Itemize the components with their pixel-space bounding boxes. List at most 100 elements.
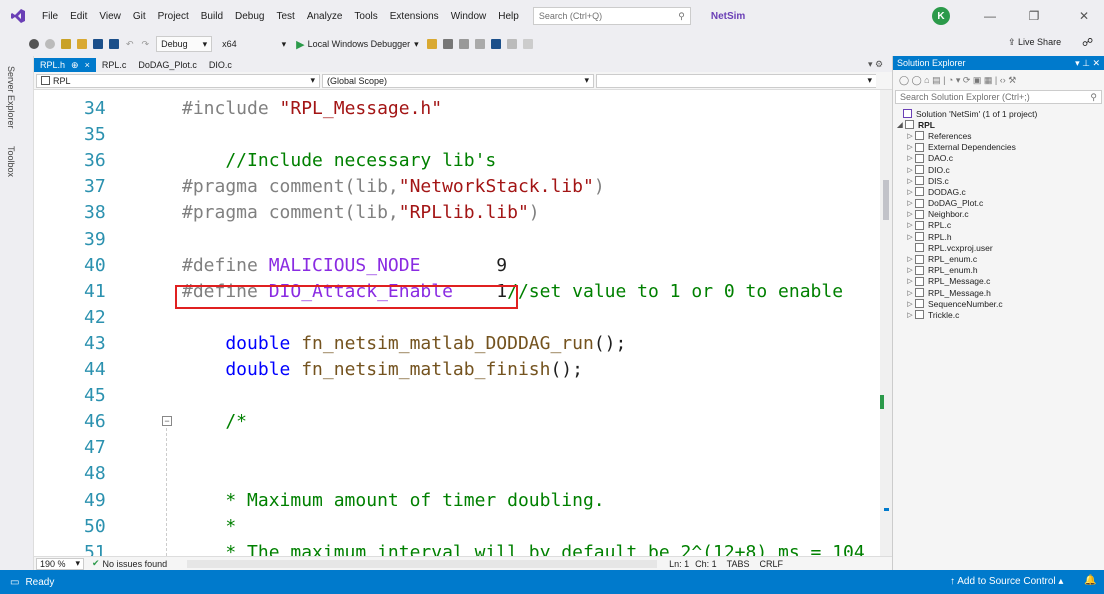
- screenshot-icon[interactable]: [442, 39, 453, 49]
- tree-item-neighbor-c[interactable]: ▷ Neighbor.c: [893, 209, 1104, 220]
- run-button[interactable]: Local Windows Debugger: [308, 39, 411, 49]
- menu-tools[interactable]: Tools: [348, 11, 383, 22]
- notifications-icon[interactable]: 🔔: [1084, 575, 1096, 586]
- line-number: 44: [84, 359, 106, 380]
- menu-test[interactable]: Test: [270, 11, 300, 22]
- tree-item-sequencenumber-c[interactable]: ▷ SequenceNumber.c: [893, 298, 1104, 309]
- explorer-toolbar-icons[interactable]: ◯ ◯ ⌂ ▤ | ◔ ▾ ⟳ ▣ ▦ | ‹› ⚒: [899, 75, 1016, 86]
- menu-analyze[interactable]: Analyze: [301, 11, 349, 22]
- tree-item-dis-c[interactable]: ▷ DIS.c: [893, 175, 1104, 186]
- code-text: #include "RPL_Message.h": [182, 96, 442, 122]
- save-all-icon[interactable]: [109, 39, 119, 49]
- close-icon[interactable]: ✕: [1064, 0, 1104, 32]
- menu-window[interactable]: Window: [445, 11, 493, 22]
- pin-icon[interactable]: ▾ ⊥ ✕: [1075, 58, 1100, 69]
- tree-item-rpl-h[interactable]: ▷ RPL.h: [893, 231, 1104, 242]
- undo-icon[interactable]: ↶: [126, 39, 134, 50]
- bookmark-next-icon[interactable]: [522, 39, 533, 49]
- visual-studio-logo-icon: [0, 0, 36, 32]
- tree-item-dao-c[interactable]: ▷ DAO.c: [893, 153, 1104, 164]
- code-token: "RPL_Message.h": [279, 98, 443, 119]
- menu-extensions[interactable]: Extensions: [384, 11, 445, 22]
- zoom-select[interactable]: 190 % ▾: [36, 557, 84, 570]
- configuration-select[interactable]: Debug ▾: [156, 36, 213, 52]
- line-number: 42: [84, 306, 106, 328]
- tree-item-rpl-c[interactable]: ▷ RPL.c: [893, 220, 1104, 231]
- tree-item-references[interactable]: ▷ References: [893, 130, 1104, 141]
- tab-rpl-c[interactable]: RPL.c: [95, 58, 133, 72]
- save-icon[interactable]: [93, 39, 103, 49]
- tree-item-rpl-message-c[interactable]: ▷ RPL_Message.c: [893, 276, 1104, 287]
- chevron-down-icon[interactable]: ▾: [414, 39, 419, 50]
- indent-mode[interactable]: TABS: [727, 559, 750, 569]
- source-control-button[interactable]: ↑ Add to Source Control ▴: [950, 576, 1063, 587]
- comment-icon[interactable]: [474, 39, 485, 49]
- solution-node[interactable]: Solution 'NetSim' (1 of 1 project): [893, 108, 1104, 119]
- search-input[interactable]: Search (Ctrl+Q) ⚲: [532, 7, 691, 25]
- back-icon[interactable]: [29, 39, 39, 49]
- pin-icon[interactable]: ⊕: [71, 60, 79, 71]
- file-icon: [915, 288, 924, 298]
- project-label: RPL: [918, 119, 935, 130]
- tree-item-dodag-c[interactable]: ▷ DODAG.c: [893, 186, 1104, 197]
- live-share-button[interactable]: ⇪ Live Share: [1008, 37, 1061, 48]
- menu-help[interactable]: Help: [492, 11, 525, 22]
- horizontal-scrollbar[interactable]: [187, 559, 658, 568]
- hot-reload-icon[interactable]: [426, 39, 437, 49]
- line-number: 39: [84, 228, 106, 250]
- tree-item-rpl-vcxproj-user[interactable]: RPL.vcxproj.user: [893, 242, 1104, 253]
- menu-git[interactable]: Git: [127, 11, 152, 22]
- forward-icon[interactable]: [45, 39, 55, 49]
- menu-debug[interactable]: Debug: [229, 11, 270, 22]
- menu-build[interactable]: Build: [195, 11, 229, 22]
- collapse-icon[interactable]: −: [162, 416, 172, 426]
- line-ending[interactable]: CRLF: [759, 559, 783, 569]
- tree-item-rpl-enum-h[interactable]: ▷ RPL_enum.h: [893, 265, 1104, 276]
- tree-item-trickle-c[interactable]: ▷ Trickle.c: [893, 309, 1104, 320]
- maximize-icon[interactable]: ❐: [1014, 0, 1054, 32]
- code-token: ();: [550, 359, 583, 380]
- code-line: 38 #pragma comment(lib,"RPLlib.lib"): [34, 200, 884, 226]
- tree-item-external-dependencies[interactable]: ▷ External Dependencies: [893, 142, 1104, 153]
- tree-item-label: RPL_Message.h: [928, 287, 991, 298]
- bookmark-prev-icon[interactable]: [506, 39, 517, 49]
- project-dropdown[interactable]: RPL ▾: [36, 73, 320, 88]
- member-dropdown[interactable]: ▾: [596, 73, 876, 88]
- tab-dodag-plot-c[interactable]: DoDAG_Plot.c: [132, 58, 203, 72]
- menu-file[interactable]: File: [36, 11, 64, 22]
- scope-dropdown-label: (Global Scope): [327, 75, 388, 86]
- new-project-icon[interactable]: [61, 39, 71, 49]
- menu-edit[interactable]: Edit: [64, 11, 93, 22]
- code-editor[interactable]: 34 #include "RPL_Message.h" 35 36 //Include…: [34, 90, 892, 556]
- status-bar: ▭ Ready ↑ Add to Source Control ▴ 🔔: [0, 570, 1104, 594]
- server-explorer-tab[interactable]: Server Explorer: [6, 66, 16, 129]
- feedback-icon[interactable]: ☍: [1082, 36, 1093, 49]
- outline-icon[interactable]: [458, 39, 469, 49]
- tree-item-rpl-message-h[interactable]: ▷ RPL_Message.h: [893, 287, 1104, 298]
- tree-item-dodag-plot-c[interactable]: ▷ DoDAG_Plot.c: [893, 198, 1104, 209]
- toolbox-tab[interactable]: Toolbox: [6, 146, 16, 177]
- tab-dio-c[interactable]: DIO.c: [202, 58, 238, 72]
- platform-select[interactable]: x64 ▾: [218, 36, 290, 52]
- issues-status[interactable]: No issues found: [103, 559, 168, 569]
- project-node[interactable]: ◢ RPL: [893, 119, 1104, 130]
- bookmark-icon[interactable]: [490, 39, 501, 49]
- menu-view[interactable]: View: [93, 11, 127, 22]
- vertical-scrollbar[interactable]: [880, 90, 892, 556]
- tree-item-dio-c[interactable]: ▷ DIO.c: [893, 164, 1104, 175]
- account-avatar[interactable]: K: [932, 7, 950, 25]
- scrollbar-thumb[interactable]: [883, 180, 889, 220]
- redo-icon[interactable]: ↷: [142, 39, 150, 50]
- code-token: //Include necessary lib's: [182, 150, 497, 172]
- open-icon[interactable]: [77, 39, 87, 49]
- scope-dropdown[interactable]: (Global Scope) ▾: [322, 73, 594, 88]
- minimize-icon[interactable]: —: [970, 0, 1010, 32]
- tab-rpl-h[interactable]: RPL.h ⊕ ×: [34, 58, 96, 72]
- tab-overflow-icon[interactable]: ▾ ⚙: [868, 59, 883, 70]
- check-icon: ✔: [92, 558, 100, 568]
- start-debugging-icon[interactable]: ▶: [296, 38, 304, 51]
- solution-search-input[interactable]: Search Solution Explorer (Ctrl+;) ⚲: [895, 90, 1102, 104]
- menu-project[interactable]: Project: [152, 11, 195, 22]
- close-tab-icon[interactable]: ×: [85, 60, 90, 70]
- tree-item-rpl-enum-c[interactable]: ▷ RPL_enum.c: [893, 253, 1104, 264]
